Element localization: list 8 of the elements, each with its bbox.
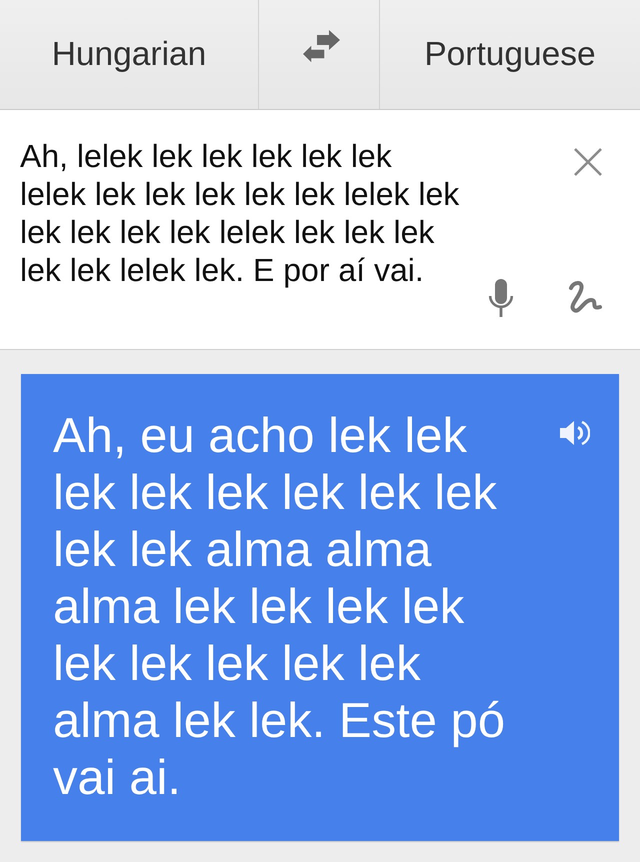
translation-text: Ah, eu acho lek lek lek lek lek lek lek lek lek lek alma alma alma lek lek lek lek lek lek lek lek lek alma lek lek. Este pó vai ai. bbox=[53, 408, 506, 807]
swap-languages-button[interactable] bbox=[259, 0, 380, 109]
source-text-field[interactable]: Ah, lelek lek lek lek lek lek lelek lek lek lek lek lek lelek lek lek lek lek lek lelek lek lek lek lek lek lelek lek. E por aí vai. bbox=[20, 137, 463, 321]
close-icon bbox=[573, 147, 603, 177]
microphone-icon bbox=[488, 279, 514, 317]
source-language-button[interactable]: Hungarian bbox=[0, 0, 259, 109]
swap-arrows-icon bbox=[301, 28, 341, 64]
speaker-icon bbox=[560, 419, 590, 447]
